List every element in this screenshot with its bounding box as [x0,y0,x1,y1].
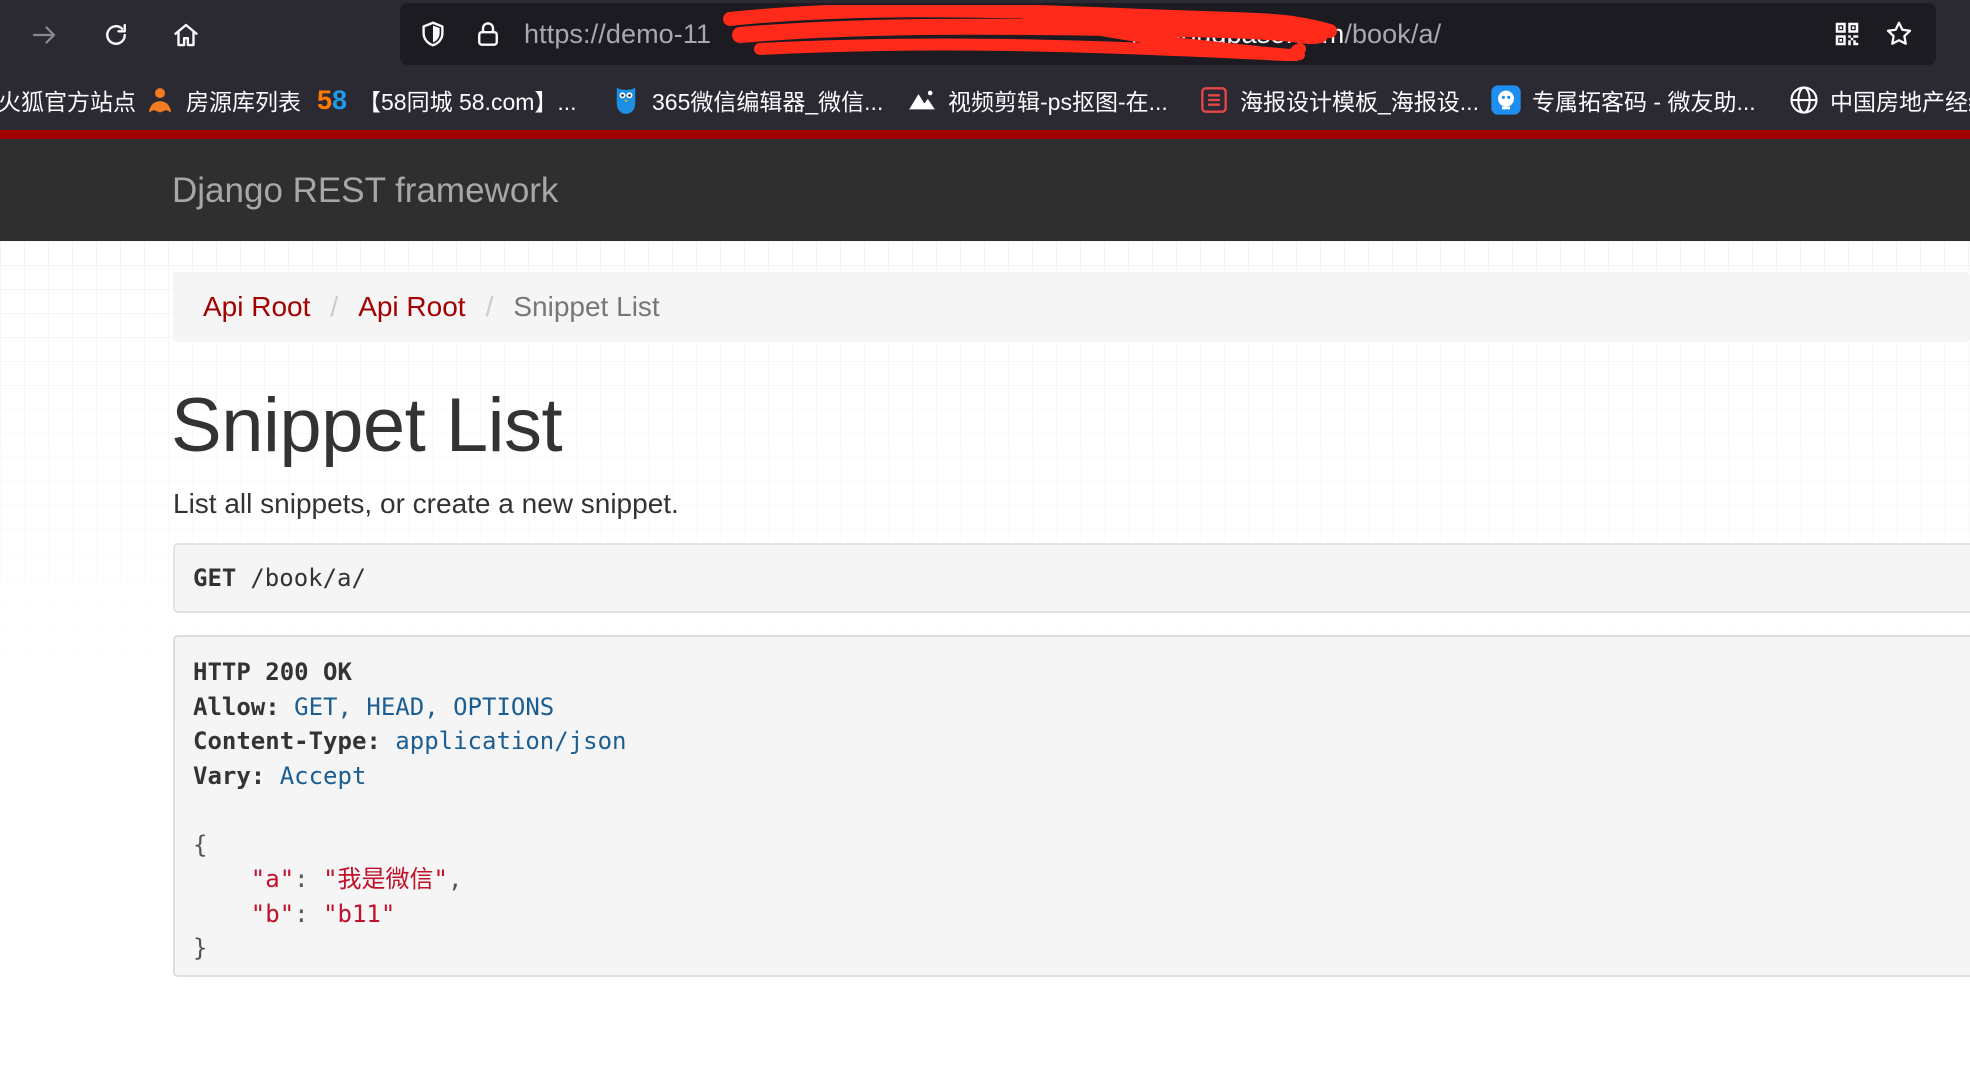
header-name: Content-Type: [193,727,381,755]
bookmark-label: 房源库列表 [186,89,301,115]
home-icon [173,23,199,47]
request-method: GET [193,564,237,592]
bookmark-item[interactable]: 中国房地产经纪 [1788,84,1970,116]
breadcrumb-separator: / [330,291,339,322]
header-value: GET, HEAD, OPTIONS [294,692,555,721]
bookmark-item[interactable]: 火狐官方站点 [0,84,136,116]
navbar-brand[interactable]: Django REST framework [172,171,558,211]
reload-button[interactable] [94,13,138,57]
response-header: Vary: Accept [193,759,1970,794]
bookmark-label: 专属拓客码 - 微友助... [1532,89,1756,115]
header-name: Vary: [193,761,266,790]
bookmark-label: 海报设计模板_海报设... [1240,89,1479,115]
json-key: "b" [250,899,295,928]
bookmark-label: 中国房地产经纪 [1830,89,1970,115]
home-button[interactable] [164,13,208,57]
page-title: Snippet List [171,383,563,468]
bookmark-label: 【58同城 58.com】... [358,89,577,115]
response-info: HTTP 200 OK Allow: GET, HEAD, OPTIONS Cont… [173,635,1970,977]
browser-toolbar: https://demo-11 n.tcloudbase.com/book/a/ [0,0,1970,70]
bookmark-item[interactable]: 专属拓客码 - 微友助... [1490,84,1756,116]
response-status-line: HTTP 200 OK [193,655,1970,690]
header-name: Allow: [193,692,280,721]
json-entry: "a": "我是微信", [193,862,1970,897]
bookmark-star-icon[interactable] [1884,19,1914,49]
breadcrumb-link-api-root[interactable]: Api Root [203,291,310,323]
poster-icon [1198,84,1230,116]
qr-code-icon[interactable] [1832,19,1862,49]
request-path: /book/a/ [250,564,366,592]
json-comma: , [447,865,463,893]
page-description: List all snippets, or create a new snipp… [173,488,679,519]
arrow-right-icon [32,26,56,44]
json-open: { [193,828,1970,863]
breadcrumb-current: Snippet List [513,291,660,322]
json-colon: : [294,865,324,893]
json-value: "b11" [323,899,396,928]
person-orange-icon [144,84,176,116]
forward-button[interactable] [22,13,66,57]
bookmarks-toolbar: 火狐官方站点 房源库列表 58 【58同城 58.com】... 365微信编辑… [0,70,1970,130]
bookmark-item[interactable]: 视频剪辑-ps抠图-在... [906,84,1168,116]
breadcrumb-link-api-root[interactable]: Api Root [358,291,465,323]
breadcrumb: Api Root / Api Root / Snippet List [173,272,1970,342]
bookmark-item[interactable]: 365微信编辑器_微信... [610,84,883,116]
header-value: application/json [395,727,627,755]
json-close: } [193,931,1970,966]
breadcrumb-separator: / [485,291,494,322]
json-brace-open: { [193,830,208,859]
globe-icon [1788,84,1820,116]
blue-bot-icon [1490,84,1522,116]
bookmark-item[interactable]: 海报设计模板_海报设... [1198,84,1479,116]
response-status: HTTP 200 OK [193,658,352,686]
redaction-scribble [723,5,1337,61]
lock-icon[interactable] [473,19,503,49]
shield-icon[interactable] [418,19,448,49]
top-navbar: Django REST framework [0,130,1970,241]
bookmark-item[interactable]: 58 【58同城 58.com】... [316,84,577,116]
json-colon: : [294,899,324,928]
bookmark-label: 火狐官方站点 [0,89,136,115]
bookmark-label: 365微信编辑器_微信... [652,89,884,115]
json-entry: "b": "b11" [193,897,1970,932]
url-path: /book/a/ [1344,19,1442,49]
response-header: Content-Type: application/json [193,724,1970,759]
58-logo-icon: 58 [316,84,348,115]
json-value: "我是微信" [323,865,448,893]
bookmark-item[interactable]: 房源库列表 [144,84,301,116]
owl-icon [610,84,642,116]
json-key: "a" [250,865,295,893]
bookmark-label: 视频剪辑-ps抠图-在... [948,89,1168,115]
header-value: Accept [279,761,367,790]
reload-icon [106,23,126,45]
json-brace-close: } [193,934,208,962]
response-header: Allow: GET, HEAD, OPTIONS [193,690,1970,725]
url-prefix: https://demo-11 [524,19,712,49]
request-info: GET /book/a/ [173,543,1970,613]
url-bar[interactable]: https://demo-11 n.tcloudbase.com/book/a/ [400,3,1936,65]
mountain-icon [906,84,938,116]
